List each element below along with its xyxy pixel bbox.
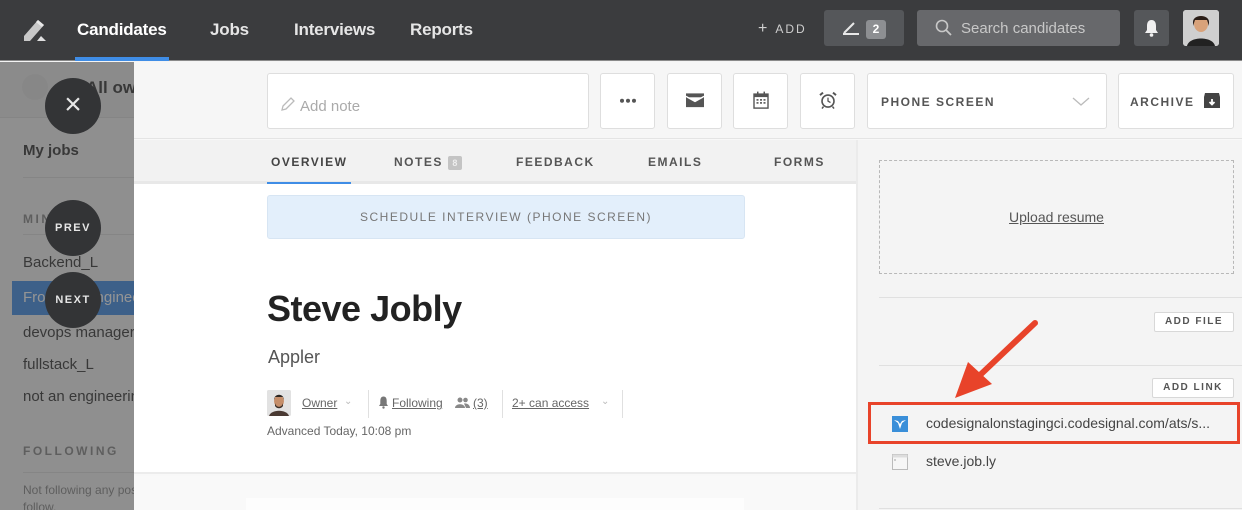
attachments-panel: Upload resume ADD FILE ADD LINK codesign… — [856, 140, 1242, 510]
search-icon — [935, 19, 953, 42]
followers-count-link[interactable]: (3) — [473, 396, 488, 410]
notes-count-badge: 2 — [866, 20, 886, 39]
notifications-button[interactable] — [1134, 10, 1169, 46]
link-text[interactable]: steve.job.ly — [926, 453, 996, 469]
overview-content: SCHEDULE INTERVIEW (PHONE SCREEN) Steve … — [134, 184, 856, 474]
search-box[interactable] — [917, 10, 1120, 46]
email-button[interactable] — [667, 73, 722, 129]
tab-label: EMAILS — [648, 155, 703, 169]
add-link-button[interactable]: ADD LINK — [1152, 378, 1234, 398]
notes-button[interactable]: 2 — [824, 10, 904, 46]
calendar-icon — [752, 91, 769, 109]
add-button[interactable]: + ADD — [758, 20, 807, 38]
owner-link[interactable]: Owner — [302, 396, 337, 410]
resume-dropzone[interactable]: Upload resume — [879, 160, 1234, 274]
search-input[interactable] — [961, 10, 1111, 46]
upload-resume-link[interactable]: Upload resume — [880, 209, 1233, 225]
divider — [502, 390, 503, 418]
stage-dropdown[interactable]: PHONE SCREEN — [867, 73, 1107, 129]
divider — [879, 365, 1242, 366]
close-button[interactable]: × — [45, 78, 101, 134]
tab-feedback[interactable]: FEEDBACK — [516, 155, 595, 169]
candidate-name: Steve Jobly — [267, 288, 462, 329]
pencil-icon — [280, 96, 296, 117]
schedule-button[interactable] — [733, 73, 788, 129]
following-link[interactable]: Following — [392, 396, 443, 410]
bell-icon — [1145, 20, 1158, 37]
add-note-field[interactable] — [267, 73, 589, 130]
chevron-down-icon[interactable]: ⌄ — [601, 396, 609, 407]
alarm-clock-icon — [818, 91, 837, 110]
lower-section — [134, 476, 856, 510]
nav-tab-candidates[interactable]: Candidates — [75, 0, 169, 61]
user-avatar[interactable] — [1183, 10, 1219, 46]
divider — [879, 297, 1242, 298]
webpage-icon — [892, 454, 908, 470]
schedule-interview-button[interactable]: SCHEDULE INTERVIEW (PHONE SCREEN) — [267, 195, 745, 239]
add-file-button[interactable]: ADD FILE — [1154, 312, 1234, 332]
reminder-button[interactable] — [800, 73, 855, 129]
add-note-input[interactable] — [300, 74, 580, 130]
stage-value: PHONE SCREEN — [881, 95, 996, 109]
chevron-down-icon — [1072, 94, 1090, 112]
advanced-timestamp: Advanced Today, 10:08 pm — [267, 424, 412, 438]
close-icon: × — [64, 88, 82, 121]
access-link[interactable]: 2+ can access — [512, 396, 589, 410]
more-options-button[interactable] — [600, 73, 655, 129]
nav-tab-interviews[interactable]: Interviews — [294, 0, 375, 61]
candidate-panel: PHONE SCREEN ARCHIVE OVERVIEW NOTES 8 FEE… — [134, 62, 1242, 510]
add-label: ADD — [775, 22, 807, 36]
plus-icon: + — [758, 20, 768, 37]
nav-tab-jobs[interactable]: Jobs — [210, 0, 249, 61]
archive-label: ARCHIVE — [1130, 95, 1195, 109]
tab-forms[interactable]: FORMS — [774, 155, 825, 169]
ellipsis-icon — [619, 98, 636, 103]
owner-avatar — [267, 390, 291, 416]
prev-button[interactable]: PREV — [45, 200, 101, 256]
tab-emails[interactable]: EMAILS — [648, 155, 702, 169]
archive-box-icon — [1204, 93, 1220, 108]
nav-tab-reports[interactable]: Reports — [410, 0, 473, 61]
lever-logo-icon[interactable] — [20, 14, 50, 44]
pen-icon — [842, 21, 860, 40]
bell-icon — [378, 396, 389, 412]
tab-label: OVERVIEW — [271, 155, 348, 169]
envelope-icon — [685, 93, 704, 108]
content-card — [246, 498, 744, 510]
divider — [879, 508, 1242, 509]
highlight-box — [868, 402, 1240, 444]
archive-button[interactable]: ARCHIVE — [1118, 73, 1234, 129]
notes-count-badge: 8 — [447, 156, 462, 170]
divider — [622, 390, 623, 418]
candidate-toolbar: PHONE SCREEN ARCHIVE — [134, 62, 1242, 139]
candidate-tabs: OVERVIEW NOTES 8 FEEDBACK EMAILS FORMS — [134, 140, 856, 186]
tab-overview[interactable]: OVERVIEW — [266, 155, 352, 186]
tab-label: FEEDBACK — [516, 155, 595, 169]
people-icon — [455, 397, 470, 411]
top-navigation: Candidates Jobs Interviews Reports + ADD … — [0, 0, 1242, 61]
tab-label: NOTES — [394, 155, 443, 169]
tab-notes[interactable]: NOTES 8 — [394, 155, 462, 170]
next-button[interactable]: NEXT — [45, 272, 101, 328]
link-item[interactable]: steve.job.ly — [870, 444, 1240, 480]
candidate-organization: Appler — [268, 347, 321, 367]
tab-label: FORMS — [774, 155, 825, 169]
chevron-down-icon[interactable]: ⌄ — [344, 396, 352, 407]
divider — [368, 390, 369, 418]
